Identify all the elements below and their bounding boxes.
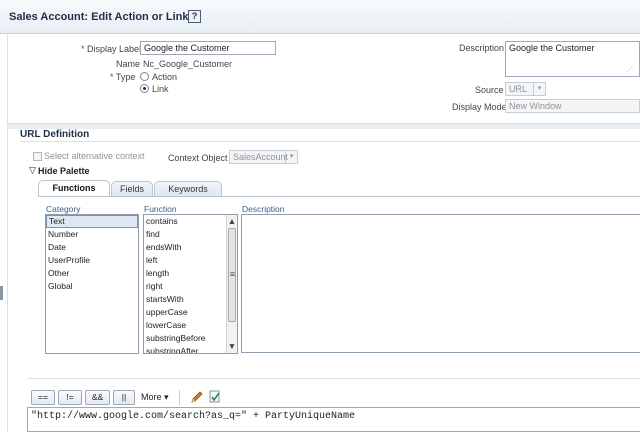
type-link-radio[interactable] (140, 84, 149, 93)
display-label-input[interactable]: Google the Customer (140, 41, 276, 55)
category-header: Category (46, 204, 81, 214)
page-title: Sales Account: Edit Action or Link (9, 11, 189, 23)
alt-context-label: Select alternative context (44, 151, 145, 161)
category-item[interactable]: Text (46, 215, 138, 228)
scrollbar-thumb[interactable]: ≡ (228, 228, 236, 322)
function-item[interactable]: find (144, 228, 237, 241)
tab-functions[interactable]: Functions (38, 180, 110, 197)
function-description-box (241, 214, 640, 353)
chevron-down-icon: ▾ (285, 151, 297, 163)
display-mode-field: New Window (505, 99, 640, 113)
more-menu[interactable]: More ▾ (141, 392, 169, 403)
display-label-label: * Display Label (81, 44, 142, 54)
expression-editor[interactable]: "http://www.google.com/search?as_q=" + P… (27, 407, 640, 432)
category-list[interactable]: Text Number Date UserProfile Other Globa… (45, 214, 139, 354)
type-action-label: Action (152, 72, 178, 82)
function-scrollbar[interactable]: ▲ ≡ ▼ (226, 215, 237, 353)
scroll-down-icon[interactable]: ▼ (227, 341, 237, 351)
category-item[interactable]: Date (46, 241, 138, 254)
collapse-icon[interactable]: ▽ (29, 165, 36, 176)
splitter-handle[interactable] (0, 286, 3, 300)
help-icon[interactable]: ? (188, 10, 201, 23)
function-header: Function (144, 204, 177, 214)
and-button[interactable]: && (85, 390, 110, 405)
source-label: Source (475, 85, 504, 95)
function-item[interactable]: right (144, 280, 237, 293)
type-link-label: Link (152, 84, 169, 94)
tab-keywords[interactable]: Keywords (154, 181, 222, 197)
description-label: Description (459, 43, 505, 53)
category-item[interactable]: Number (46, 228, 138, 241)
type-action-radio[interactable] (140, 72, 149, 81)
function-item[interactable]: substringBefore (144, 332, 237, 345)
resize-grip-icon[interactable]: ⋰ (626, 66, 633, 74)
or-button[interactable]: || (113, 390, 135, 405)
section-rule (20, 141, 640, 142)
function-item[interactable]: substringAfter (144, 345, 237, 353)
function-item[interactable]: length (144, 267, 237, 280)
tab-underline (38, 196, 640, 197)
category-item[interactable]: Global (46, 280, 138, 293)
function-item[interactable]: lowerCase (144, 319, 237, 332)
alt-context-checkbox[interactable] (33, 152, 42, 161)
scroll-up-icon[interactable]: ▲ (227, 216, 237, 226)
tab-fields[interactable]: Fields (111, 181, 153, 197)
operator-toolbar: == != && || More ▾ (27, 388, 640, 408)
function-item[interactable]: contains (144, 215, 237, 228)
function-list[interactable]: contains find endsWith left length right… (143, 214, 238, 354)
function-item[interactable]: upperCase (144, 306, 237, 319)
equals-button[interactable]: == (31, 390, 55, 405)
category-item[interactable]: UserProfile (46, 254, 138, 267)
name-value: Nc_Google_Customer (143, 59, 233, 69)
not-equals-button[interactable]: != (58, 390, 82, 405)
toolbar-divider (179, 390, 180, 405)
grip-icon: ≡ (230, 269, 235, 279)
function-item[interactable]: endsWith (144, 241, 237, 254)
name-label: Name (116, 59, 141, 69)
function-item[interactable]: startsWith (144, 293, 237, 306)
chevron-down-icon: ▾ (164, 392, 169, 402)
hide-palette-link[interactable]: Hide Palette (38, 166, 90, 176)
description-textarea[interactable]: Google the Customer ⋰ (505, 41, 640, 77)
context-object-select: SalesAccount ▾ (229, 150, 298, 164)
source-select: URL ▾ (505, 82, 546, 96)
category-item[interactable]: Other (46, 267, 138, 280)
chevron-down-icon: ▾ (533, 83, 545, 95)
url-definition-title: URL Definition (20, 129, 90, 140)
validate-icon[interactable] (208, 390, 222, 404)
function-item[interactable]: left (144, 254, 237, 267)
type-label: * Type (110, 72, 136, 82)
description-header: Description (242, 204, 285, 214)
context-object-label: Context Object (168, 153, 228, 163)
pencil-icon[interactable] (190, 390, 204, 404)
display-mode-label: Display Mode (452, 102, 507, 112)
palette-separator (27, 378, 640, 379)
